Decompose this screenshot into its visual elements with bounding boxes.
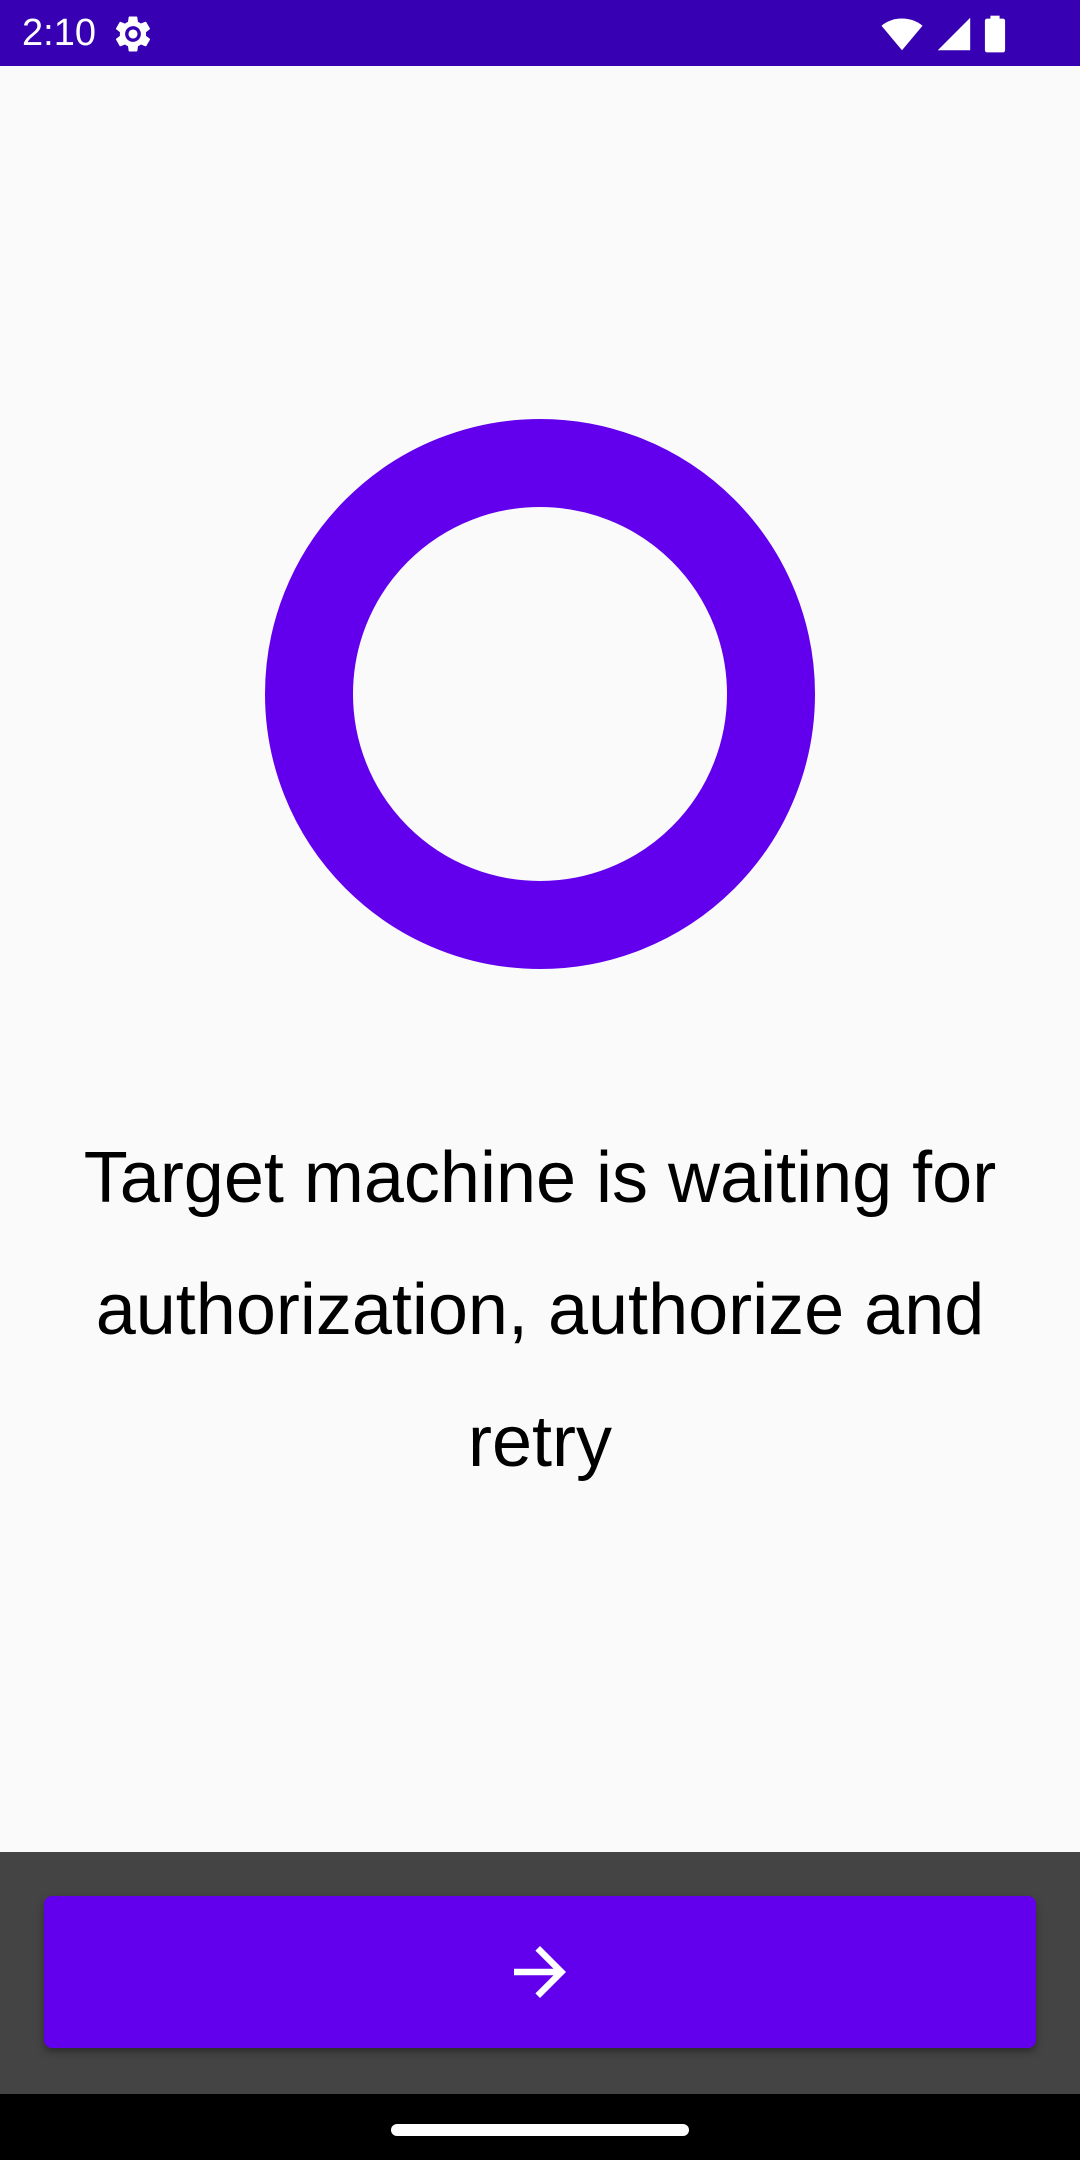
bottom-action-bar (0, 1852, 1080, 2094)
home-gesture-handle[interactable] (391, 2124, 689, 2136)
cellular-signal-icon (937, 17, 971, 51)
progress-ring (265, 419, 815, 969)
battery-icon (984, 15, 1006, 53)
wifi-icon (881, 18, 923, 51)
arrow-right-icon (514, 1946, 566, 1998)
status-icons (880, 14, 1006, 54)
status-bar: 2:10 (0, 0, 1080, 66)
status-message: Target machine is waiting for authorizat… (83, 1138, 997, 1482)
next-button[interactable] (44, 1896, 1036, 2048)
status-time: 2:10 (22, 12, 96, 54)
navigation-bar (0, 2094, 1080, 2160)
app-screen: 2:10 Target machine is waiting for autho… (0, 0, 1080, 2160)
settings-gear-icon (115, 16, 151, 52)
